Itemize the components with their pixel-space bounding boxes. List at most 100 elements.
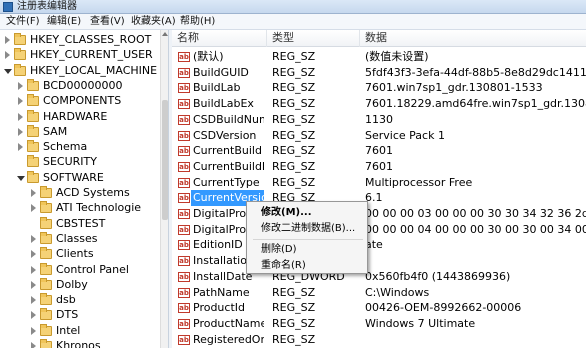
value-data: 7601.18229.amd64fre.win7sp1_gdr.130801-1… [365,97,586,111]
value-type: REG_SZ [272,144,316,158]
registry-tree[interactable]: HKEY_CLASSES_ROOT HKEY_CURRENT_USER HKEY_L… [0,30,168,348]
value-row[interactable]: ab ProductId REG_SZ 00426-OEM-8992662-00006 [172,300,586,316]
value-name: BuildLabEx [193,97,254,111]
tree-item[interactable]: HKEY_CLASSES_ROOT [0,32,160,48]
tree-item[interactable]: SAM [0,124,160,140]
value-row[interactable]: ab Installatio [172,253,586,269]
menu-favorites[interactable]: 收藏夹(A) [131,14,176,29]
tree-item[interactable]: HKEY_CURRENT_USER [0,47,160,63]
ctx-delete[interactable]: 删除(D) [261,243,297,257]
column-type[interactable]: 类型 [267,30,360,47]
expand-icon[interactable] [30,280,38,289]
value-row[interactable]: ab DigitalPro 00 00 00 03 00 00 00 30 30 3… [172,206,586,222]
value-data: Multiprocessor Free [365,175,473,189]
expand-icon[interactable] [30,234,38,243]
tree-item[interactable]: Control Panel [0,262,160,278]
tree-item[interactable]: HKEY_LOCAL_MACHINE [0,63,160,79]
value-row[interactable]: abCSDBuildNum... REG_SZ 1130 [172,112,586,128]
value-row[interactable]: ab (默认) REG_SZ (数值未设置) [172,49,586,65]
value-row[interactable]: ab CSDVersion REG_SZ Service Pack 1 [172,128,586,144]
expand-icon[interactable] [17,143,25,152]
folder-icon [40,293,52,306]
tree-item[interactable]: dsb [0,292,160,308]
expand-icon[interactable] [4,36,12,44]
ctx-rename[interactable]: 重命名(R) [261,259,306,273]
column-name[interactable]: 名称 [172,30,267,47]
expand-icon[interactable] [30,204,38,213]
string-value-icon: ab [178,67,190,78]
value-row[interactable]: abRegisteredOrg... REG_SZ [172,332,586,348]
column-data[interactable]: 数据 [360,30,586,47]
expand-icon[interactable] [17,97,25,106]
ctx-separator [253,239,363,240]
tree-item[interactable]: DTS [0,307,160,323]
tree-item-label: Classes [56,231,98,245]
tree-item-label: ATI Technologie [56,201,142,215]
value-data: 6.1 [365,191,383,205]
value-row[interactable]: ab ProductName REG_SZ Windows 7 Ultimate [172,316,586,332]
tree-item[interactable]: SECURITY [0,154,160,170]
menu-edit[interactable]: 编辑(E) [47,14,81,29]
expand-icon[interactable] [17,127,25,136]
expand-icon[interactable] [17,112,25,121]
string-value-icon: ab [178,240,190,251]
value-data: (数值未设置) [365,50,429,63]
ctx-modify-binary[interactable]: 修改二进制数据(B)... [261,222,355,236]
collapse-icon[interactable] [4,67,12,75]
value-name: BuildLab [193,81,241,95]
string-value-icon: ab [178,146,190,157]
expand-icon[interactable] [30,250,38,259]
value-row[interactable]: abCurrentVersionREG_SZ6.1 [172,190,586,207]
tree-item[interactable]: SOFTWARE [0,170,160,186]
ctx-modify[interactable]: 修改(M)... [261,206,312,220]
value-row[interactable]: abCurrentBuildN... REG_SZ 7601 [172,159,586,175]
value-row[interactable]: ab BuildLabEx REG_SZ 7601.18229.amd64fre.wi… [172,96,586,112]
expand-icon[interactable] [4,51,12,60]
tree-item-label: HKEY_CLASSES_ROOT [30,33,152,46]
tree-scrollbar[interactable] [160,30,168,348]
menu-file[interactable]: 文件(F) [6,14,40,29]
value-type: REG_SZ [272,65,316,79]
value-row[interactable]: ab CurrentType REG_SZ Multiprocessor Free [172,175,586,191]
value-data: 7601.win7sp1_gdr.130801-1533 [365,81,543,95]
expand-icon[interactable] [17,81,25,90]
expand-icon[interactable] [30,189,38,197]
value-row[interactable]: ab PathName REG_SZ C:\Windows [172,285,586,301]
value-name: CSDBuildNum... [193,112,264,126]
expand-icon[interactable] [30,265,38,274]
collapse-icon[interactable] [17,174,25,182]
expand-icon[interactable] [30,342,38,348]
expand-icon[interactable] [30,311,38,320]
value-type: REG_SZ [272,50,316,63]
string-value-icon: ab [178,130,190,141]
window-title: 注册表编辑器 [17,1,77,12]
tree-item-label: Schema [43,140,88,154]
tree-item[interactable]: COMPONENTS [0,93,160,109]
tree-item[interactable]: Dolby [0,277,160,293]
value-row[interactable]: ab BuildLab REG_SZ 7601.win7sp1_gdr.130801-… [172,80,586,96]
value-row[interactable]: ab EditionID ate [172,237,586,253]
menu-help[interactable]: 帮助(H) [180,14,215,29]
value-row[interactable]: ab CurrentBuild REG_SZ 7601 [172,143,586,159]
value-name: CurrentBuild [193,144,262,158]
value-data: Windows 7 Ultimate [365,316,476,330]
menu-view[interactable]: 查看(V) [90,14,125,29]
tree-item-label: SECURITY [43,155,97,169]
tree-item[interactable]: Intel [0,323,160,339]
tree-item[interactable]: Clients [0,246,160,262]
tree-item[interactable]: Khronos [0,338,160,348]
tree-item[interactable]: HARDWARE [0,109,160,125]
tree-item[interactable]: CBSTEST [0,216,160,232]
folder-icon [40,323,52,336]
tree-item[interactable]: ATI Technologie [0,200,160,216]
tree-item[interactable]: Schema [0,139,160,155]
expand-icon[interactable] [30,326,38,335]
value-row[interactable]: ab DigitalPro 00 00 00 04 00 00 00 30 00 3… [172,222,586,238]
expand-icon[interactable] [30,296,38,305]
tree-item[interactable]: BCD00000000 [0,78,160,94]
tree-item[interactable]: ACD Systems [0,185,160,201]
tree-item-label: dsb [56,293,76,307]
value-row[interactable]: ab InstallDate REG_DWORD 0x560fb4f0 (144386… [172,269,586,285]
value-row[interactable]: ab BuildGUID REG_SZ 5fdf43f3-3efa-44df-88b5… [172,65,586,81]
tree-item[interactable]: Classes [0,231,160,247]
